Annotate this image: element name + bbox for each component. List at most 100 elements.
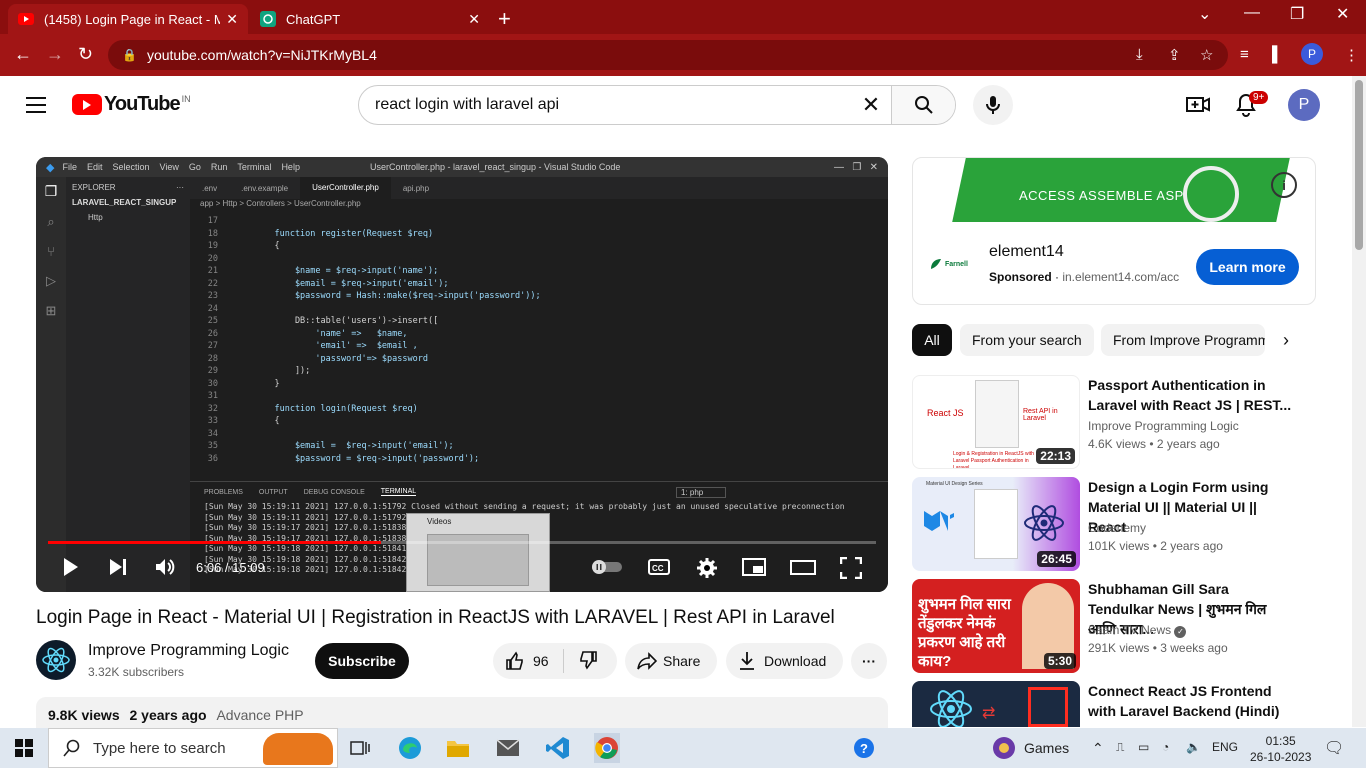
video-channel[interactable]: Saam TV News ✓: [1088, 623, 1187, 638]
meet-now-icon[interactable]: ▭: [1138, 740, 1149, 754]
install-icon[interactable]: ⤓: [1136, 46, 1143, 63]
clear-search-icon[interactable]: ✕: [851, 86, 891, 124]
clock[interactable]: 01:35 26-10-2023: [1250, 733, 1311, 765]
video-channel[interactable]: Improve Programming Logic: [1088, 419, 1239, 433]
tab-youtube[interactable]: (1458) Login Page in React - Mat ✕: [8, 4, 248, 34]
edge-browser-icon[interactable]: [398, 736, 422, 760]
new-tab-icon[interactable]: +: [498, 6, 511, 32]
time-display: 6:06 / 15:09: [196, 560, 265, 575]
video-title[interactable]: Passport Authentication in Laravel with …: [1088, 375, 1298, 415]
video-tag[interactable]: Advance PHP: [216, 707, 303, 723]
learn-more-button[interactable]: Learn more: [1196, 249, 1299, 285]
recommended-video[interactable]: शुभमन गिल सारा तेंडुलकर नेमकं प्रकरण आहे…: [912, 579, 1332, 673]
restore-icon[interactable]: ❐: [1290, 4, 1304, 24]
side-panel-icon[interactable]: ▌: [1272, 46, 1283, 63]
vscode-menu-item: File: [62, 162, 77, 172]
share-button[interactable]: Share: [625, 643, 717, 679]
chevron-right-icon[interactable]: ›: [1283, 330, 1289, 351]
more-menu-icon[interactable]: ⋮: [1344, 46, 1359, 64]
recommended-video[interactable]: Material UI Design Series 26:45 Design a…: [912, 477, 1332, 571]
back-icon[interactable]: ←: [14, 44, 32, 65]
video-title[interactable]: Connect React JS Frontend with Laravel B…: [1088, 681, 1298, 721]
channel-name[interactable]: Improve Programming Logic: [88, 642, 289, 660]
forward-icon[interactable]: →: [46, 44, 64, 65]
windows-start-icon[interactable]: [12, 736, 36, 760]
search-icon: [914, 96, 933, 114]
recommended-video[interactable]: ⇄ Connect React JS Frontend with Laravel…: [912, 681, 1332, 727]
wifi-icon[interactable]: ◔: [1162, 740, 1169, 754]
reload-icon[interactable]: ↻: [78, 44, 93, 65]
code-line: 18 function register(Request $req): [190, 228, 888, 241]
advertiser-name: element14: [989, 243, 1064, 260]
file-explorer-icon[interactable]: [446, 736, 470, 760]
autoplay-toggle[interactable]: [590, 560, 624, 579]
ad-info-icon[interactable]: i: [1271, 172, 1297, 198]
video-channel[interactable]: Codenemy: [1088, 521, 1146, 535]
volume-icon[interactable]: [154, 557, 176, 582]
media-control-icon[interactable]: ≡: [1240, 46, 1249, 63]
like-button[interactable]: 96: [505, 651, 549, 671]
clock-date: 26-10-2023: [1250, 750, 1312, 764]
account-avatar[interactable]: P: [1288, 89, 1320, 121]
dislike-button[interactable]: [578, 650, 598, 673]
search-button[interactable]: [891, 86, 955, 124]
more-actions-icon[interactable]: ···: [851, 643, 887, 679]
video-thumbnail[interactable]: Material UI Design Series 26:45: [912, 477, 1080, 571]
tab-search-icon[interactable]: ⌄: [1198, 4, 1211, 24]
close-tab-icon[interactable]: ✕: [226, 11, 238, 28]
recommended-video[interactable]: React JS Rest API in Laravel Login & Reg…: [912, 375, 1332, 469]
profile-avatar[interactable]: P: [1301, 43, 1323, 65]
volume-icon[interactable]: 🔈: [1186, 740, 1201, 754]
video-thumbnail[interactable]: शुभमन गिल सारा तेंडुलकर नेमकं प्रकरण आहे…: [912, 579, 1080, 673]
code-text: $password = $req->input('password');: [254, 453, 480, 464]
youtube-play-icon: [72, 94, 102, 115]
video-player[interactable]: ◆ File Edit Selection View Go Run Terminal Help…: [36, 157, 888, 592]
tab-chatgpt[interactable]: ChatGPT ✕: [250, 4, 490, 34]
video-thumbnail[interactable]: React JS Rest API in Laravel Login & Reg…: [912, 375, 1080, 469]
ad-sponsor-line: Sponsored · in.element14.com/acc: [989, 270, 1180, 284]
bookmark-star-icon[interactable]: ☆: [1200, 46, 1213, 64]
chip-from-your-search[interactable]: From your search: [960, 324, 1094, 356]
captions-icon[interactable]: CC: [648, 557, 670, 582]
chip-all[interactable]: All: [912, 324, 952, 356]
download-button[interactable]: Download: [726, 643, 843, 679]
chip-from-channel[interactable]: From Improve Programm: [1101, 324, 1265, 356]
video-thumbnail[interactable]: ⇄: [912, 681, 1080, 727]
vscode-taskbar-icon[interactable]: [546, 736, 570, 760]
chrome-icon[interactable]: [594, 733, 620, 763]
language-indicator[interactable]: ENG: [1212, 740, 1238, 754]
address-bar[interactable]: 🔒 youtube.com/watch?v=NiJTKrMyBL4: [108, 40, 1228, 70]
thumb-headline: शुभमन गिल सारा तेंडुलकर नेमकं प्रकरण आहे…: [918, 596, 1011, 670]
close-tab-icon[interactable]: ✕: [468, 11, 480, 28]
network-icon[interactable]: ⎍: [1116, 740, 1124, 755]
help-icon[interactable]: ?: [852, 736, 876, 760]
notifications-icon[interactable]: 🗨: [1324, 738, 1344, 758]
search-input[interactable]: react login with laravel api: [359, 86, 851, 124]
chevron-up-icon[interactable]: ⌃: [1092, 740, 1104, 757]
subscribe-button[interactable]: Subscribe: [315, 643, 409, 679]
mail-icon[interactable]: [496, 736, 520, 760]
youtube-logo[interactable]: YouTube IN: [72, 93, 191, 116]
taskbar-search[interactable]: Type here to search: [48, 728, 338, 768]
games-icon[interactable]: [992, 736, 1016, 760]
code-line: 32 function login(Request $req): [190, 403, 888, 416]
task-view-icon[interactable]: [348, 736, 372, 760]
fullscreen-icon[interactable]: [839, 556, 863, 584]
channel-avatar[interactable]: [36, 640, 76, 680]
close-window-icon[interactable]: ✕: [1336, 4, 1349, 24]
search-box[interactable]: react login with laravel api ✕: [358, 85, 956, 125]
share-icon[interactable]: ⇪: [1168, 46, 1181, 64]
games-label[interactable]: Games: [1024, 740, 1069, 756]
like-divider: [562, 649, 564, 673]
sponsored-ad[interactable]: ACCESS ASSEMBLE ASPIRE i Farnell element…: [912, 157, 1316, 305]
theater-mode-icon[interactable]: [790, 557, 816, 582]
miniplayer-icon[interactable]: [742, 557, 766, 582]
settings-gear-icon[interactable]: [696, 557, 718, 584]
create-video-icon[interactable]: [1186, 93, 1210, 120]
next-icon[interactable]: [108, 557, 128, 582]
hamburger-menu-icon[interactable]: [26, 97, 46, 113]
minimize-icon[interactable]: —: [1244, 4, 1260, 22]
scrollbar-thumb[interactable]: [1355, 80, 1363, 250]
voice-search-button[interactable]: [973, 85, 1013, 125]
play-icon[interactable]: [62, 557, 80, 582]
